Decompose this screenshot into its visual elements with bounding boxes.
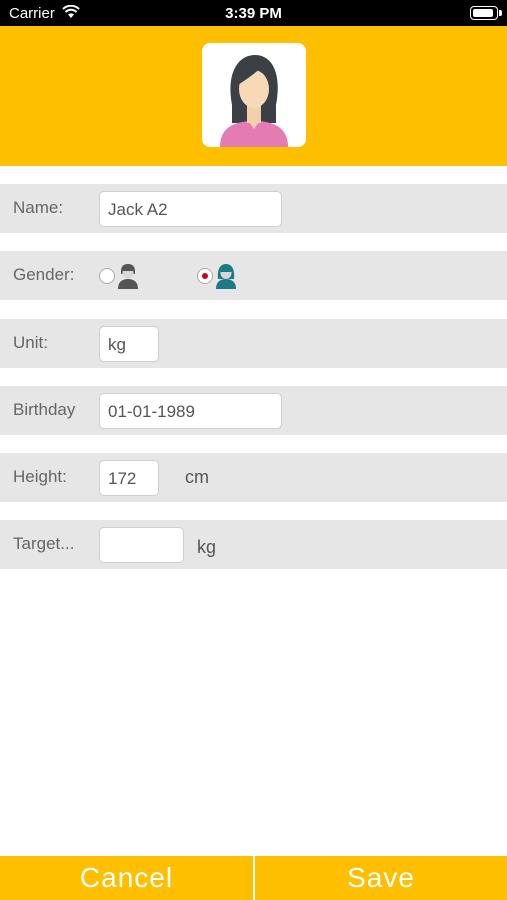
- female-user-icon: [220, 55, 288, 147]
- height-field[interactable]: 172: [99, 460, 159, 496]
- status-bar: Carrier 3:39 PM: [0, 0, 507, 26]
- birthday-row: Birthday 01-01-1989: [0, 386, 507, 435]
- male-user-icon[interactable]: [117, 263, 139, 294]
- target-label: Target...: [13, 534, 75, 553]
- cancel-button[interactable]: Cancel: [0, 856, 253, 900]
- gender-row: Gender:: [0, 251, 507, 300]
- unit-row: Unit: kg: [0, 319, 507, 368]
- name-field[interactable]: Jack A2: [99, 191, 282, 227]
- target-row: Target... kg: [0, 520, 507, 569]
- profile-header: [0, 26, 507, 166]
- gender-label: Gender:: [13, 265, 75, 284]
- target-unit-label: kg: [197, 537, 217, 557]
- unit-field[interactable]: kg: [99, 326, 159, 362]
- footer-bar: Cancel Save: [0, 856, 507, 900]
- unit-label: Unit:: [13, 333, 48, 352]
- height-label: Height:: [13, 467, 67, 486]
- birthday-label: Birthday: [13, 400, 76, 419]
- name-label: Name:: [13, 198, 64, 217]
- clock: 3:39 PM: [225, 5, 282, 22]
- name-row: Name: Jack A2: [0, 184, 507, 233]
- birthday-field[interactable]: 01-01-1989: [99, 393, 282, 429]
- height-row: Height: 172 cm: [0, 453, 507, 502]
- female-user-icon[interactable]: [215, 263, 237, 294]
- target-weight-field[interactable]: [99, 527, 184, 563]
- avatar[interactable]: [202, 43, 306, 147]
- gender-female-radio[interactable]: [197, 268, 213, 284]
- height-unit-label: cm: [185, 467, 209, 487]
- gender-male-radio[interactable]: [99, 268, 115, 284]
- battery-icon: [470, 6, 502, 20]
- save-button[interactable]: Save: [255, 856, 507, 900]
